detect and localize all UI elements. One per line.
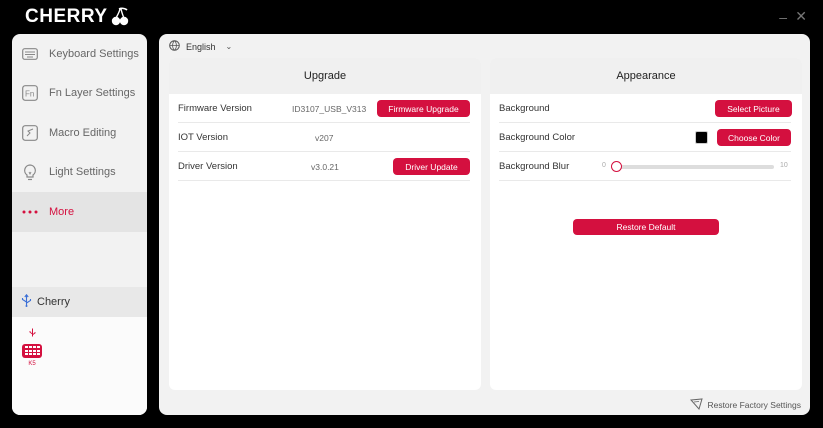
usb-small-icon [29, 324, 36, 342]
keyboard-icon [21, 45, 39, 63]
upgrade-panel-title: Upgrade [169, 58, 481, 94]
iot-version-row: IOT Version v207 [178, 123, 470, 152]
background-color-row: Background Color Choose Color [499, 123, 791, 152]
sidebar-item-more[interactable]: More [12, 192, 147, 232]
choose-color-button[interactable]: Choose Color [717, 129, 791, 146]
device-k5[interactable]: K5 [21, 324, 43, 367]
brand-logo: CHERRY [25, 6, 129, 28]
main-content: English ⌄ Upgrade Firmware Version ID310… [159, 34, 810, 415]
background-row: Background Select Picture [499, 94, 792, 123]
driver-version-value: v3.0.21 [311, 162, 339, 172]
firmware-upgrade-button[interactable]: Firmware Upgrade [377, 100, 470, 117]
blur-slider-handle[interactable] [611, 161, 622, 172]
sidebar-item-label: Light Settings [49, 166, 116, 179]
sidebar: Keyboard Settings Fn Fn Layer Settings M… [12, 34, 147, 415]
sidebar-item-label: Keyboard Settings [49, 47, 139, 60]
language-selector[interactable]: English ⌄ [169, 40, 232, 53]
color-swatch[interactable] [695, 131, 708, 144]
usb-icon [21, 293, 32, 310]
device-group-header[interactable]: Cherry [12, 287, 147, 317]
appearance-panel-title: Appearance [490, 58, 802, 94]
more-dots-icon [21, 203, 39, 221]
globe-icon [169, 40, 180, 53]
sidebar-item-macro-editing[interactable]: Macro Editing [12, 113, 147, 153]
sidebar-item-label: Macro Editing [49, 126, 117, 139]
title-bar: CHERRY – ✕ [0, 0, 823, 34]
language-value: English [186, 41, 216, 52]
chevron-down-icon: ⌄ [225, 42, 233, 51]
sidebar-item-label: More [49, 205, 75, 218]
blur-slider-track[interactable] [611, 165, 774, 169]
background-blur-row: Background Blur 0 10 [499, 152, 791, 181]
iot-version-label: IOT Version [178, 132, 228, 143]
fn-icon: Fn [21, 84, 39, 102]
background-color-label: Background Color [499, 132, 576, 143]
sidebar-item-label: Fn Layer Settings [49, 87, 136, 100]
driver-version-row: Driver Version v3.0.21 Driver Update [178, 152, 470, 181]
device-name: K5 [28, 361, 36, 367]
upgrade-panel: Upgrade Firmware Version ID3107_USB_V313… [169, 58, 481, 390]
restore-factory-label: Restore Factory Settings [707, 400, 801, 410]
restore-factory-settings-button[interactable]: Restore Factory Settings [690, 398, 801, 412]
sidebar-item-fn-layer-settings[interactable]: Fn Fn Layer Settings [12, 74, 147, 114]
select-picture-button[interactable]: Select Picture [715, 100, 792, 117]
iot-version-value: v207 [315, 133, 334, 143]
driver-version-label: Driver Version [178, 161, 238, 172]
keyboard-device-icon [22, 344, 42, 358]
blur-slider-min: 0 [602, 162, 606, 169]
driver-update-button[interactable]: Driver Update [393, 158, 470, 175]
firmware-version-value: ID3107_USB_V313 [292, 104, 367, 114]
blur-slider-max: 10 [780, 162, 788, 169]
brand-name: CHERRY [25, 6, 108, 27]
macro-icon [21, 124, 39, 142]
sidebar-item-keyboard-settings[interactable]: Keyboard Settings [12, 34, 147, 74]
appearance-panel: Appearance Background Select Picture Bac… [490, 58, 802, 390]
cherry-icon [111, 7, 128, 26]
svg-text:Fn: Fn [25, 90, 34, 99]
firmware-version-row: Firmware Version ID3107_USB_V313 Firmwar… [178, 94, 470, 123]
lightbulb-icon [21, 163, 39, 181]
minimize-button[interactable]: – [779, 10, 787, 24]
sidebar-item-light-settings[interactable]: Light Settings [12, 153, 147, 193]
device-section: Cherry K5 [12, 287, 147, 415]
background-blur-label: Background Blur [499, 161, 570, 172]
background-label: Background [499, 103, 550, 114]
restore-default-button[interactable]: Restore Default [573, 219, 719, 235]
close-button[interactable]: ✕ [795, 9, 807, 23]
shield-icon [690, 398, 704, 412]
firmware-version-label: Firmware Version [178, 103, 252, 114]
device-group-label: Cherry [37, 296, 71, 308]
